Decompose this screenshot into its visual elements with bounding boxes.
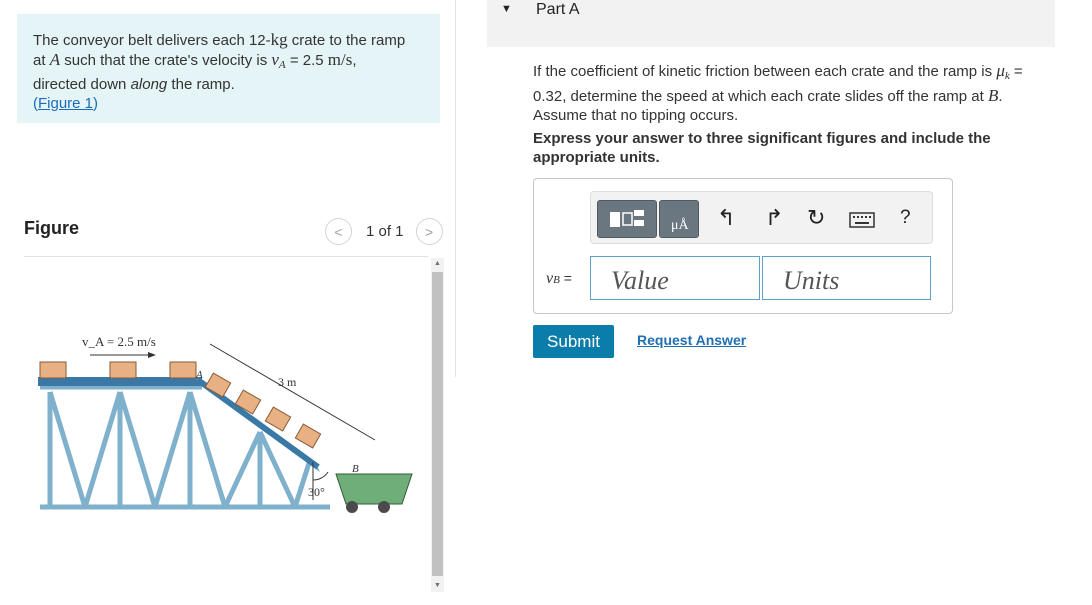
cart [335,473,413,505]
angle-label: 30° [308,485,325,499]
keyboard-icon[interactable] [849,212,875,228]
redo-icon[interactable]: ↱ [765,207,783,229]
units-icon: μÅ [671,217,690,233]
undo-icon[interactable]: ↰ [717,207,735,229]
svg-text:μÅ: μÅ [671,217,690,233]
units-button[interactable]: μÅ [659,200,699,238]
point-a-label: A [195,369,203,381]
math-toolbar: μÅ ↰ ↱ ↻ ? [590,191,933,244]
svg-text:3 m: 3 m [278,375,297,389]
unit-kg: kg [270,30,288,49]
prev-figure-button[interactable]: < [325,218,352,245]
length-dimension [209,343,376,441]
help-icon[interactable]: ? [900,207,911,229]
collapse-toggle-icon[interactable]: ▼ [501,3,512,15]
chevron-left-icon: < [334,223,343,240]
panel-divider [455,0,456,377]
figure-link[interactable]: Figure 1 [38,95,93,112]
point-b-label: B [352,463,359,475]
scrollbar-thumb[interactable] [432,272,443,576]
conveyor-ramp-figure: v_A = 2.5 m/s 3 m A B 30° [38,334,413,513]
velocity-symbol: v [271,50,279,69]
question-text: If the coefficient of kinetic friction b… [533,61,1023,124]
figure-pager: < 1 of 1 > [325,218,443,245]
templates-icon [610,210,644,227]
point-b-symbol: B [988,86,999,105]
figure-divider [24,256,428,257]
point-a-symbol: A [49,50,61,69]
part-title: Part A [536,1,580,18]
request-answer-link[interactable]: Request Answer [637,332,746,348]
unit-ms: m/s [327,50,353,69]
velocity-label: v_A = 2.5 m/s [82,334,156,349]
answer-variable-label: vB = [546,270,572,287]
scroll-up-icon[interactable]: ▲ [431,258,444,270]
answer-instruction: Express your answer to three significant… [533,130,991,166]
chevron-right-icon: > [424,223,434,240]
figure-count: 1 of 1 [366,223,404,240]
figure-scrollbar[interactable]: ▲ ▼ [431,258,444,592]
mu-symbol: μ [996,61,1005,80]
value-input[interactable] [590,256,760,300]
submit-button[interactable]: Submit [533,325,614,358]
scroll-down-icon[interactable]: ▼ [431,580,444,592]
units-input[interactable] [762,256,931,300]
next-figure-button[interactable]: > [415,218,443,245]
problem-statement: The conveyor belt delivers each 12-kg cr… [17,14,440,123]
figure-heading: Figure [24,218,80,238]
templates-button[interactable] [597,200,657,238]
reset-icon[interactable]: ↻ [807,207,825,229]
